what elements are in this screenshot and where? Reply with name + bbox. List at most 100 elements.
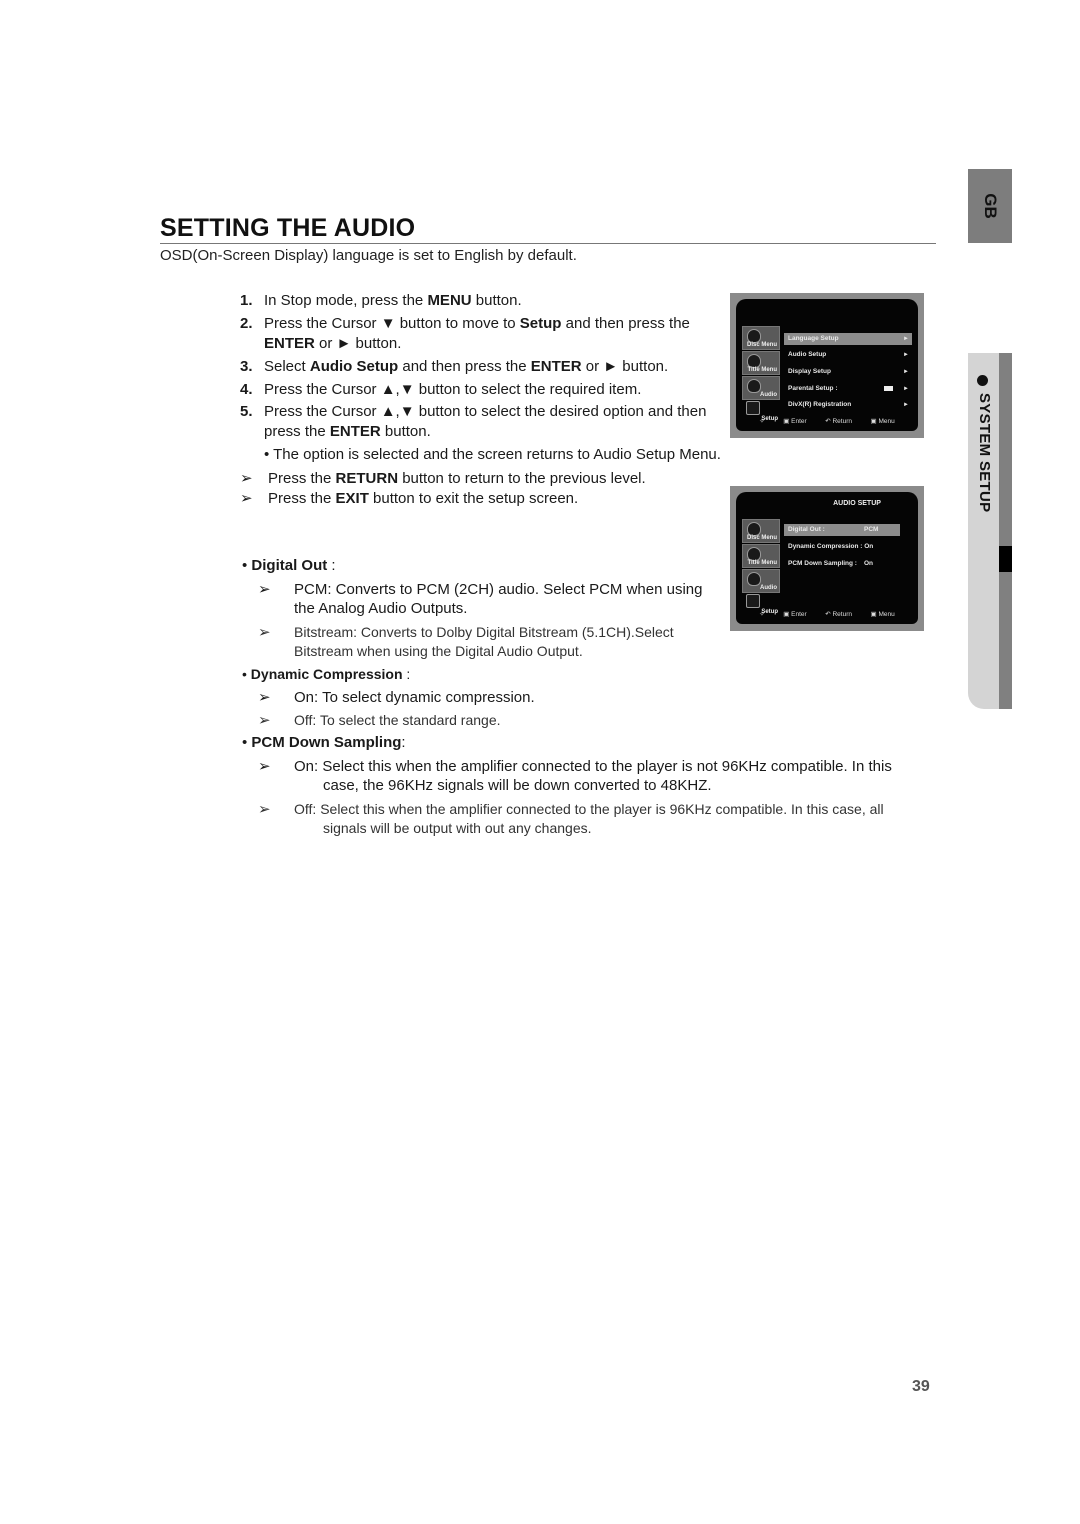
- intro-text: OSD(On-Screen Display) language is set t…: [160, 247, 577, 264]
- step-number: 4.: [240, 381, 253, 398]
- option-label: PCM Down Sampling: [251, 734, 402, 751]
- osd-row-digital-out: Digital Out : PCM: [784, 524, 900, 536]
- option-suffix: :: [402, 666, 411, 682]
- digital-out-pcm: ➢ PCM: Converts to PCM (2CH) audio. Selec…: [258, 580, 702, 598]
- osd-side-title-menu: Title Menu: [742, 351, 780, 375]
- option-desc: Off: Select this when the amplifier conn…: [294, 801, 884, 817]
- option-label: Dynamic Compression: [250, 666, 403, 682]
- arrow-icon: ➢: [258, 581, 271, 598]
- osd-footer: ✧ ▣ Enter ↶ Return ▣ Menu: [736, 417, 918, 425]
- lock-icon: [884, 386, 893, 391]
- osd-row-pcm-down-sampling: PCM Down Sampling : On: [784, 558, 912, 570]
- osd-side-audio: Audio: [742, 376, 780, 400]
- osd-footer-label: Return: [832, 418, 852, 425]
- step-text: or ► button.: [581, 358, 669, 375]
- title-menu-icon: [747, 547, 761, 561]
- osd-row-value: On: [864, 560, 874, 567]
- osd-footer-enter: ▣ Enter: [783, 418, 807, 425]
- step-text: button.: [380, 423, 431, 440]
- page-title: SETTING THE AUDIO: [160, 214, 416, 242]
- step-2: 2. Press the Cursor ▼ button to move to S…: [240, 315, 690, 332]
- step-text: press the: [264, 423, 330, 440]
- osd-side-label: Disc Menu: [746, 342, 777, 348]
- arrow-right-icon: ►: [903, 386, 909, 392]
- step-number: 1.: [240, 292, 253, 309]
- step-text: and then press the: [561, 315, 690, 332]
- digital-out-bitstream: ➢ Bitstream: Converts to Dolby Digital Bi…: [258, 623, 674, 641]
- osd-footer-label: Menu: [878, 418, 895, 425]
- osd-row-dynamic-compression: Dynamic Compression : On: [784, 541, 912, 553]
- osd-screen: AUDIO SETUP Disc Menu Title Menu Audio S…: [736, 492, 918, 624]
- option-desc: Bitstream: Converts to Dolby Digital Bit…: [294, 624, 674, 640]
- option-desc: PCM: Converts to PCM (2CH) audio. Select…: [294, 581, 703, 598]
- osd-row-audio-setup: Audio Setup ►: [784, 349, 912, 361]
- setup-icon: [746, 401, 760, 415]
- osd-row-divx-registration: DivX(R) Registration ►: [784, 399, 912, 411]
- step-text: Select: [264, 358, 310, 375]
- option-digital-out: • Digital Out :: [242, 557, 336, 574]
- osd-row-label: Audio Setup: [788, 351, 827, 358]
- step-text: In Stop mode, press the: [264, 292, 428, 309]
- osd-screen: Disc Menu Title Menu Audio Setup Languag…: [736, 299, 918, 431]
- tip-return: ➢ Press the RETURN button to return to th…: [240, 469, 646, 487]
- osd-footer-label: Return: [832, 611, 852, 618]
- osd-row-label: PCM Down Sampling :: [788, 560, 857, 567]
- osd-footer-enter: ▣ Enter: [783, 611, 807, 618]
- step-4: 4. Press the Cursor ▲,▼ button to select …: [240, 381, 641, 398]
- step-3: 3. Select Audio Setup and then press the …: [240, 358, 668, 375]
- disc-menu-icon: [747, 329, 761, 343]
- bullet-icon: •: [242, 557, 252, 574]
- arrow-right-icon: ►: [903, 402, 909, 408]
- step-keyword: ENTER: [329, 423, 381, 440]
- step-text: Press the Cursor ▼ button to move to: [264, 315, 520, 332]
- dpad-icon: ✧: [759, 611, 765, 618]
- osd-footer: ✧ ▣ Enter ↶ Return ▣ Menu: [736, 610, 918, 618]
- title-divider: [160, 243, 936, 244]
- arrow-icon: ➢: [240, 470, 253, 487]
- option-desc: On: Select this when the amplifier conne…: [294, 758, 892, 775]
- dynamic-compression-on: ➢ On: To select dynamic compression.: [258, 688, 535, 706]
- tip-text: button to return to the previous level.: [398, 470, 646, 487]
- tip-text: button to exit the setup screen.: [368, 490, 579, 507]
- title-menu-icon: [747, 354, 761, 368]
- option-dynamic-compression: • Dynamic Compression :: [242, 666, 410, 682]
- step-1: 1. In Stop mode, press the MENU button.: [240, 292, 522, 309]
- tip-text: Press the: [268, 470, 336, 487]
- option-desc: On: To select dynamic compression.: [294, 689, 535, 706]
- step-number: 2.: [240, 315, 253, 332]
- osd-row-value: PCM: [864, 526, 879, 533]
- osd-side-label: Title Menu: [747, 560, 777, 566]
- osd-footer-menu: ▣ Menu: [870, 418, 895, 425]
- osd-footer-label: Enter: [791, 418, 807, 425]
- step-number: 5.: [240, 403, 253, 420]
- step-text: Press the Cursor ▲,▼ button to select th…: [264, 403, 707, 420]
- option-desc-cont: the Analog Audio Outputs.: [294, 600, 468, 617]
- tip-text: Press the: [268, 490, 336, 507]
- osd-row-parental-setup: Parental Setup : ►: [784, 383, 912, 395]
- osd-row-label: DivX(R) Registration: [788, 401, 852, 408]
- arrow-icon: ➢: [258, 624, 271, 641]
- bullet-icon: •: [242, 734, 252, 751]
- bullet-icon: •: [242, 666, 251, 682]
- osd-side-label: Audio: [760, 392, 777, 398]
- osd-row-label: Language Setup: [788, 335, 839, 342]
- osd-side-audio: Audio: [742, 569, 780, 593]
- osd-row-label: Parental Setup :: [788, 385, 838, 392]
- osd-side-disc-menu: Disc Menu: [742, 326, 780, 350]
- step-text: Press the Cursor ▲,▼ button to select th…: [264, 381, 642, 398]
- osd-row-label: Dynamic Compression : On: [788, 543, 874, 550]
- osd-side-label: Audio: [760, 585, 777, 591]
- osd-row-label: Display Setup: [788, 368, 831, 375]
- step-keyword: Setup: [519, 315, 562, 332]
- section-tab: SYSTEM SETUP: [968, 353, 1012, 709]
- osd-audio-setup-screenshot: AUDIO SETUP Disc Menu Title Menu Audio S…: [730, 486, 924, 631]
- language-tab-label: GB: [981, 193, 1000, 219]
- step-text: and then press the: [398, 358, 531, 375]
- option-desc: Off: To select the standard range.: [294, 712, 501, 728]
- osd-side-label: Disc Menu: [746, 535, 777, 541]
- step-number: 3.: [240, 358, 253, 375]
- osd-row-language-setup: Language Setup ►: [784, 333, 912, 345]
- osd-setup-menu-screenshot: Disc Menu Title Menu Audio Setup Languag…: [730, 293, 924, 438]
- arrow-icon: ➢: [258, 758, 271, 775]
- arrow-icon: ➢: [258, 712, 271, 729]
